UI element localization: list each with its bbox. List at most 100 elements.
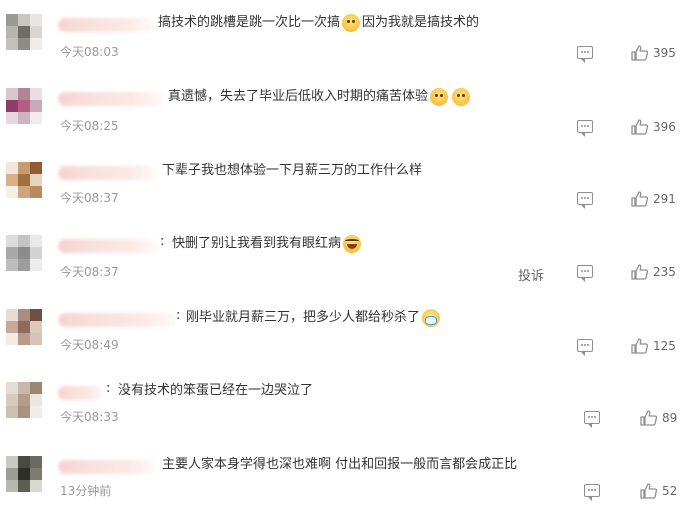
comment-item: : 快删了别让我看到我有眼红病 今天08:37 投诉 235 xyxy=(0,231,699,305)
comment-item: 主要人家本身学得也深也难啊 付出和回报一般而言都会成正比 13分钟前 52 xyxy=(0,452,699,526)
avatar-mosaic-tile xyxy=(30,162,42,174)
avatar-mosaic-tile xyxy=(6,26,18,38)
avatar-mosaic-tile xyxy=(6,100,18,112)
like-icon[interactable] xyxy=(631,264,648,280)
comment-text-part1: 没有技术的笨蛋已经在一边哭泣了 xyxy=(118,383,314,398)
avatar-mosaic-tile xyxy=(6,309,18,321)
doge-emoji-icon xyxy=(342,14,361,32)
avatar-mosaic-tile xyxy=(30,394,42,406)
avatar-mosaic-tile xyxy=(18,321,30,333)
avatar[interactable] xyxy=(6,162,42,198)
avatar-mosaic-tile xyxy=(30,259,42,271)
avatar-mosaic-tile xyxy=(18,333,30,345)
name-separator: : xyxy=(160,234,165,249)
reply-icon[interactable] xyxy=(577,265,593,282)
comment-text-part2: 因为我就是搞技术的 xyxy=(362,15,480,30)
avatar-mosaic-tile xyxy=(18,162,30,174)
username-blurred[interactable] xyxy=(58,92,164,106)
avatar-mosaic-tile xyxy=(6,456,18,468)
avatar-mosaic-tile xyxy=(30,186,42,198)
like-count: 291 xyxy=(653,192,676,206)
avatar-mosaic-tile xyxy=(18,259,30,271)
avatar-mosaic-tile xyxy=(30,468,42,480)
like-icon[interactable] xyxy=(631,338,648,354)
comment-time: 今天08:25 xyxy=(60,119,119,133)
avatar-mosaic-tile xyxy=(6,162,18,174)
avatar[interactable] xyxy=(6,88,42,124)
avatar-mosaic-tile xyxy=(30,333,42,345)
avatar-mosaic-tile xyxy=(6,14,18,26)
comment-item: 下辈子我也想体验一下月薪三万的工作什么样 今天08:37 291 xyxy=(0,158,699,232)
avatar-mosaic-tile xyxy=(18,186,30,198)
like-count: 125 xyxy=(653,339,676,353)
username-blurred[interactable] xyxy=(58,166,158,180)
like-icon[interactable] xyxy=(631,45,648,61)
avatar-mosaic-tile xyxy=(30,321,42,333)
avatar[interactable] xyxy=(6,235,42,271)
avatar-mosaic-tile xyxy=(18,235,30,247)
avatar-mosaic-tile xyxy=(6,468,18,480)
reply-icon[interactable] xyxy=(577,192,593,209)
comment-time: 今天08:49 xyxy=(60,338,119,352)
like-icon[interactable] xyxy=(640,410,657,426)
avatar-mosaic-tile xyxy=(30,382,42,394)
avatar-mosaic-tile xyxy=(6,247,18,259)
avatar-mosaic-tile xyxy=(30,14,42,26)
comment-text-part1: 快删了别让我看到我有眼红病 xyxy=(172,236,342,251)
avatar-mosaic-tile xyxy=(6,186,18,198)
comment-text: 快删了别让我看到我有眼红病 xyxy=(172,234,363,254)
avatar-mosaic-tile xyxy=(18,247,30,259)
like-count: 235 xyxy=(653,265,676,279)
avatar-mosaic-tile xyxy=(18,14,30,26)
avatar-mosaic-tile xyxy=(18,456,30,468)
comment-item: : 刚毕业就月薪三万，把多少人都给秒杀了 今天08:49 125 xyxy=(0,305,699,379)
avatar-mosaic-tile xyxy=(18,406,30,418)
avatar-mosaic-tile xyxy=(6,333,18,345)
lol-emoji-icon xyxy=(422,309,441,327)
reply-icon[interactable] xyxy=(577,339,593,356)
comment-item: : 没有技术的笨蛋已经在一边哭泣了 今天08:33 89 xyxy=(0,378,699,452)
avatar-mosaic-tile xyxy=(18,26,30,38)
username-blurred[interactable] xyxy=(58,460,156,474)
reply-icon[interactable] xyxy=(584,411,600,428)
username-blurred[interactable] xyxy=(58,239,158,253)
comment-text-part1: 下辈子我也想体验一下月薪三万的工作什么样 xyxy=(162,163,423,178)
comment-text-part1: 真遗憾，失去了毕业后低收入时期的痛苦体验 xyxy=(168,89,429,104)
reply-icon[interactable] xyxy=(584,484,600,501)
avatar-mosaic-tile xyxy=(6,394,18,406)
doge-emoji-icon xyxy=(452,88,471,106)
username-blurred[interactable] xyxy=(58,18,154,32)
reply-icon[interactable] xyxy=(577,46,593,63)
avatar[interactable] xyxy=(6,456,42,492)
avatar[interactable] xyxy=(6,14,42,50)
avatar-mosaic-tile xyxy=(18,382,30,394)
avatar-mosaic-tile xyxy=(18,309,30,321)
avatar-mosaic-tile xyxy=(30,26,42,38)
comment-text: 搞技术的跳槽是跳一次比一次搞 因为我就是搞技术的 xyxy=(158,13,479,33)
username-blurred[interactable] xyxy=(58,313,176,327)
like-icon[interactable] xyxy=(631,119,648,135)
avatar-mosaic-tile xyxy=(6,480,18,492)
reply-icon[interactable] xyxy=(577,120,593,137)
avatar-mosaic-tile xyxy=(6,259,18,271)
avatar-mosaic-tile xyxy=(6,382,18,394)
like-icon[interactable] xyxy=(640,483,657,499)
avatar[interactable] xyxy=(6,382,42,418)
comment-time: 今天08:37 xyxy=(60,191,119,205)
like-count: 396 xyxy=(653,120,676,134)
avatar-mosaic-tile xyxy=(6,174,18,186)
avatar-mosaic-tile xyxy=(18,112,30,124)
avatar-mosaic-tile xyxy=(6,38,18,50)
doge-emoji-icon xyxy=(430,88,449,106)
like-count: 89 xyxy=(662,411,678,425)
comment-text: 刚毕业就月薪三万，把多少人都给秒杀了 xyxy=(186,308,442,328)
username-blurred[interactable] xyxy=(58,386,104,400)
avatar-mosaic-tile xyxy=(18,38,30,50)
avatar-mosaic-tile xyxy=(6,235,18,247)
avatar[interactable] xyxy=(6,309,42,345)
like-icon[interactable] xyxy=(631,191,648,207)
avatar-mosaic-tile xyxy=(6,406,18,418)
avatar-mosaic-tile xyxy=(30,100,42,112)
report-link[interactable]: 投诉 xyxy=(518,265,544,284)
avatar-mosaic-tile xyxy=(30,38,42,50)
